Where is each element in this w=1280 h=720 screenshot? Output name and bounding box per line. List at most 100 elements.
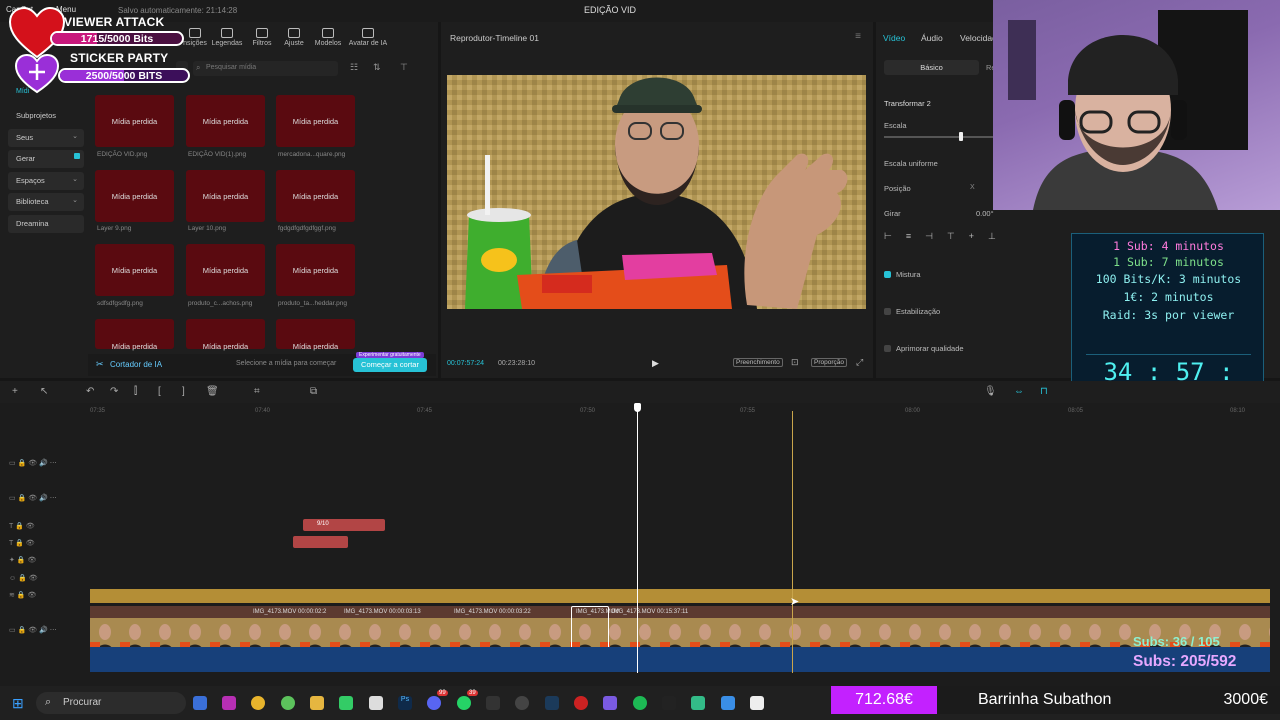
tab-adjust[interactable]: Ajuste: [275, 28, 313, 47]
snapshot-icon[interactable]: ⊡: [791, 357, 799, 368]
track-controls[interactable]: ☺ 🔒 👁: [0, 574, 90, 582]
media-tile[interactable]: Mídia perdida: [95, 319, 174, 351]
nav-dreamina[interactable]: Dreamina: [8, 214, 84, 233]
app-icon[interactable]: [662, 696, 676, 710]
checkbox-icon[interactable]: [884, 271, 891, 278]
media-tile[interactable]: Mídia perdida: [276, 170, 355, 222]
audio-track[interactable]: [90, 647, 1270, 672]
selected-clip[interactable]: [571, 606, 609, 652]
play-icon[interactable]: ▶: [652, 358, 659, 369]
media-tile[interactable]: Mídia perdida: [95, 170, 174, 222]
nav-generate[interactable]: Gerar: [8, 150, 84, 168]
calculator-icon[interactable]: [339, 696, 353, 710]
select-tool-icon[interactable]: ↖: [40, 386, 48, 397]
trim-left-icon[interactable]: [: [158, 386, 161, 397]
media-tile[interactable]: Mídia perdida: [186, 170, 265, 222]
track-controls[interactable]: T 🔒 👁: [0, 539, 90, 547]
tab-video[interactable]: Vídeo: [883, 33, 905, 43]
aspect-ratio-button[interactable]: Proporção: [811, 358, 847, 367]
app-icon[interactable]: [222, 696, 236, 710]
media-tile[interactable]: Mídia perdida: [186, 319, 265, 351]
media-tile[interactable]: Mídia perdida: [186, 244, 265, 296]
nav-yours[interactable]: Seus ⌄: [8, 128, 84, 147]
nav-library[interactable]: Biblioteca ⌄: [8, 193, 84, 211]
media-tile[interactable]: Mídia perdida: [95, 244, 174, 296]
microphone-icon[interactable]: 🎙: [984, 386, 997, 397]
taskbar-search[interactable]: ⌕ Procurar: [36, 692, 186, 714]
track-controls[interactable]: ≋ 🔒 👁: [0, 591, 90, 599]
freeze-icon[interactable]: ⧉: [310, 386, 317, 397]
tab-speed[interactable]: Velocidad: [960, 33, 997, 43]
split-icon[interactable]: ⫿: [134, 386, 137, 397]
fullscreen-icon[interactable]: ⤢: [856, 357, 863, 368]
trim-right-icon[interactable]: ]: [182, 386, 185, 397]
app-icon[interactable]: [691, 696, 705, 710]
menu-icon[interactable]: ≡: [855, 31, 861, 42]
folder-icon[interactable]: [310, 696, 324, 710]
chrome-icon[interactable]: [251, 696, 265, 710]
scale-slider-handle[interactable]: [959, 132, 963, 141]
subtab-basic[interactable]: Básico: [884, 60, 979, 75]
playhead[interactable]: [637, 411, 638, 673]
redo-icon[interactable]: ↷: [110, 386, 118, 397]
link-icon[interactable]: ⇔: [1014, 386, 1024, 397]
text-clip[interactable]: 9/10: [303, 519, 385, 531]
nav-spaces[interactable]: Espaços ⌄: [8, 171, 84, 190]
tab-templates[interactable]: Modelos: [309, 28, 347, 47]
checkbox-icon[interactable]: [884, 308, 891, 315]
photoshop-icon[interactable]: Ps: [398, 696, 412, 710]
capcut-icon[interactable]: [369, 696, 383, 710]
app-icon[interactable]: [603, 696, 617, 710]
adjustment-clip[interactable]: [90, 589, 1270, 603]
undo-icon[interactable]: ↶: [86, 386, 94, 397]
crop-icon[interactable]: ⌗: [254, 386, 260, 397]
windows-start-icon[interactable]: ⊞: [12, 695, 24, 712]
start-cutting-button[interactable]: Começar a cortar: [353, 358, 427, 372]
nav-subprojects[interactable]: Subprojetos: [8, 107, 84, 125]
align-toolbar[interactable]: ⊢≡⊣⊤+⊥: [884, 231, 1034, 245]
tab-captions[interactable]: Legendas: [208, 28, 246, 47]
add-icon[interactable]: +: [12, 386, 18, 397]
tab-ai-avatar[interactable]: Avatar de IA: [347, 28, 389, 47]
enhance-toggle[interactable]: Aprimorar qualidade: [884, 344, 964, 353]
media-tile[interactable]: Mídia perdida: [276, 95, 355, 147]
capcut-icon[interactable]: [750, 696, 764, 710]
grid-view-icon[interactable]: ☷: [350, 62, 358, 73]
whatsapp-icon[interactable]: [457, 696, 471, 710]
track-controls[interactable]: T 🔒 👁: [0, 522, 90, 530]
app-icon[interactable]: [281, 696, 295, 710]
track-controls[interactable]: ▭ 🔒 👁 🔊 ⋯: [0, 459, 90, 467]
checkbox-icon[interactable]: [884, 345, 891, 352]
obs-icon[interactable]: [515, 696, 529, 710]
track-controls[interactable]: ▭ 🔒 👁 🔊 ⋯: [0, 626, 90, 634]
stabilize-toggle[interactable]: Estabilização: [884, 307, 940, 316]
media-tile[interactable]: Mídia perdida: [276, 319, 355, 351]
timeline-ruler[interactable]: 07:35 07:40 07:45 07:50 07:55 08:00 08:0…: [90, 405, 1280, 419]
delete-icon[interactable]: 🗑: [206, 386, 219, 397]
steam-icon[interactable]: [545, 696, 559, 710]
scale-slider[interactable]: [884, 132, 996, 141]
text-clip[interactable]: [293, 536, 348, 548]
epic-icon[interactable]: [486, 696, 500, 710]
sort-icon[interactable]: ⇅: [373, 62, 381, 73]
video-preview[interactable]: [447, 75, 866, 309]
discord-icon[interactable]: [427, 696, 441, 710]
track-controls[interactable]: ✦ 🔒 👁: [0, 556, 90, 564]
fill-button[interactable]: Preenchimento: [733, 358, 783, 367]
notepad-icon[interactable]: [721, 696, 735, 710]
media-tile[interactable]: Mídia perdida: [95, 95, 174, 147]
rotate-value[interactable]: 0.00°: [976, 209, 994, 218]
blend-toggle[interactable]: Mistura: [884, 270, 921, 279]
media-search-input[interactable]: ⌕ Pesquisar mídia: [193, 61, 338, 76]
transform-heading[interactable]: Transformar 2: [884, 99, 931, 108]
spotify-icon[interactable]: [633, 696, 647, 710]
main-video-track[interactable]: IMG_4173.MOV 00:00:02:2 IMG_4173.MOV 00:…: [90, 606, 1270, 652]
magnet-icon[interactable]: ⊓: [1040, 386, 1048, 397]
media-tile[interactable]: Mídia perdida: [186, 95, 265, 147]
filter-icon[interactable]: ⊤: [400, 62, 408, 73]
media-tile[interactable]: Mídia perdida: [276, 244, 355, 296]
task-view-icon[interactable]: [193, 696, 207, 710]
track-controls[interactable]: ▭ 🔒 👁 🔊 ⋯: [0, 494, 90, 502]
app-icon[interactable]: [574, 696, 588, 710]
tab-audio[interactable]: Áudio: [921, 33, 943, 43]
